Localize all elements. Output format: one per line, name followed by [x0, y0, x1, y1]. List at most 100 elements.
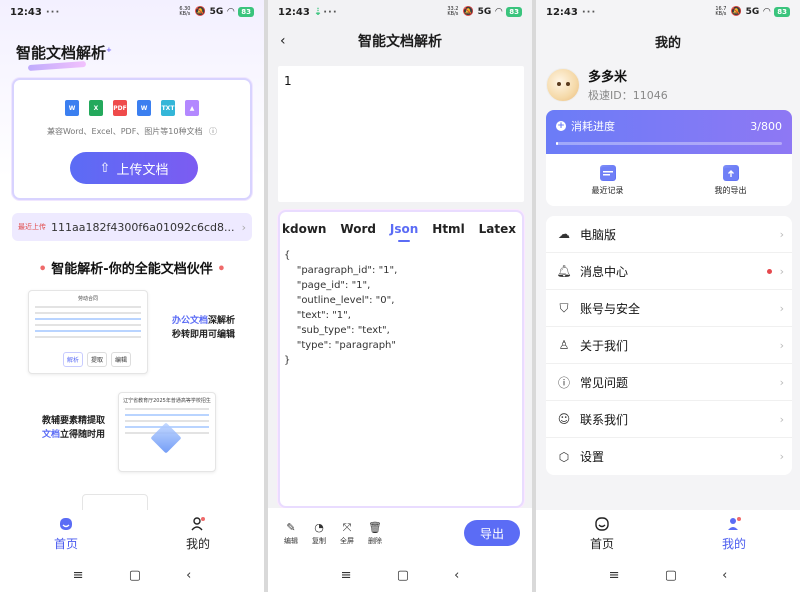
promo-doc-card-2: 辽宁省教育厅2025年普通高等学校招生 — [118, 392, 216, 472]
gear-icon: ⬡ — [558, 449, 570, 464]
export-button[interactable]: 导出 — [464, 520, 520, 546]
format-tabs: kdown Word Json Html Latex — [280, 212, 522, 246]
page-title: 我的 — [654, 35, 681, 51]
word-icon: W — [65, 100, 79, 116]
status-dots: ··· — [323, 6, 338, 18]
chevron-right-icon: › — [779, 412, 784, 426]
menu-item-messages[interactable]: 🔔︎ 消息中心 › — [546, 253, 792, 290]
chip-edit: 编辑 — [111, 352, 132, 367]
home-icon[interactable]: ▢ — [397, 568, 409, 583]
chevron-right-icon: › — [779, 301, 784, 315]
recent-upload-item[interactable]: 最近上传 111aa182f4300f6a01092c6cd8... › — [12, 213, 252, 241]
support-text: 兼容Word、Excel、PDF、图片等10种文档 ⓘ — [46, 127, 218, 136]
tab-word[interactable]: Word — [340, 222, 376, 236]
recent-file-name: 111aa182f4300f6a01092c6cd8... — [51, 220, 235, 234]
net-speed: 6.30 KB/s — [179, 6, 191, 17]
home-tab-icon — [60, 518, 72, 530]
chevron-right-icon: › — [779, 450, 784, 463]
copy-button[interactable]: ◔ 复制 — [312, 521, 326, 546]
status-right: 16.7 KB/s 🔕 5G ◠ 83 — [715, 7, 790, 17]
tab-home[interactable]: 首页 — [0, 510, 132, 558]
bottom-tabbar: 首页 我的 — [536, 510, 800, 558]
screens: 12:43 ··· 6.30 KB/s 🔕 5G ◠ 83 智能文档解析+ W … — [0, 0, 800, 592]
net-speed: 33.2 KB/s — [447, 6, 459, 17]
tab-latex[interactable]: Latex — [479, 222, 516, 236]
back-arrow-icon[interactable]: ‹ — [280, 33, 286, 49]
status-bar: 12:43 ⇣ ··· 33.2 KB/s 🔕 5G ◠ 83 — [268, 0, 532, 24]
menu-icon[interactable]: ≡ — [609, 568, 620, 583]
image-icon: ▲ — [185, 100, 199, 116]
menu-item-settings[interactable]: ⬡ 设置 › — [546, 438, 792, 475]
promo-doc-card-1: 劳动合同 解析 提取 编辑 — [28, 290, 148, 374]
menu-item-account-security[interactable]: ⛉ 账号与安全 › — [546, 290, 792, 327]
user-tab-icon — [191, 517, 205, 531]
status-bar: 12:43 ··· 6.30 KB/s 🔕 5G ◠ 83 — [0, 0, 264, 24]
bell-icon: 🔔︎ — [556, 264, 572, 278]
export-folder-icon — [722, 164, 739, 181]
action-toolbar: ✎ 编辑 ◔ 复制 ⤧ 全屏 🗑 删除 导出 — [268, 508, 532, 558]
upload-button[interactable]: ⇧ 上传文档 — [70, 152, 198, 184]
json-output[interactable]: { "paragraph_id": "1", "page_id": "1", "… — [280, 246, 522, 370]
avatar[interactable] — [546, 67, 580, 102]
fullscreen-button[interactable]: ⤧ 全屏 — [340, 521, 354, 546]
user-id: 极速ID：11046 — [588, 89, 668, 102]
tab-html[interactable]: Html — [432, 222, 464, 236]
back-icon[interactable]: ‹ — [454, 568, 459, 583]
txt-icon: TXT — [161, 100, 175, 116]
system-nav-bar: ≡ ▢ ‹ — [536, 558, 800, 592]
help-icon[interactable]: ⓘ — [209, 127, 217, 136]
my-exports-button[interactable]: 我的导出 — [669, 154, 792, 206]
signal-label: 5G — [477, 7, 492, 17]
shield-icon: ⛉ — [559, 300, 569, 315]
tab-markdown[interactable]: kdown — [282, 222, 326, 236]
home-icon[interactable]: ▢ — [129, 568, 141, 583]
signal-label: 5G — [745, 7, 760, 17]
net-speed: 16.7 KB/s — [715, 6, 727, 17]
consume-progress-card: + 消耗进度 3/800 — [546, 110, 792, 154]
tab-mine[interactable]: 我的 — [132, 510, 264, 558]
system-nav-bar: ≡ ▢ ‹ — [268, 558, 532, 592]
word-icon: W — [137, 100, 151, 116]
status-bar: 12:43 ··· 16.7 KB/s 🔕 5G ◠ 83 — [536, 0, 800, 24]
tab-home[interactable]: 首页 — [536, 510, 668, 558]
menu-item-about[interactable]: ♙ 关于我们 › — [546, 327, 792, 364]
chevron-right-icon: › — [779, 264, 784, 278]
tab-mine[interactable]: 我的 — [668, 510, 800, 558]
trash-icon: 🗑 — [368, 520, 382, 534]
menu-icon[interactable]: ≡ — [73, 568, 84, 583]
profile-header[interactable]: 多多米 极速ID：11046 — [546, 66, 668, 103]
delete-button[interactable]: 🗑 删除 — [368, 521, 382, 546]
people-icon: ♙ — [558, 338, 570, 352]
home-icon[interactable]: ▢ — [665, 568, 677, 583]
menu-item-faq[interactable]: ⓘ 常见问题 › — [546, 364, 792, 401]
calendar-icon — [599, 164, 616, 181]
quick-actions: 最近记录 我的导出 — [546, 154, 792, 206]
question-icon: ⓘ — [557, 375, 570, 390]
consume-progress-bar — [556, 142, 782, 145]
back-icon[interactable]: ‹ — [186, 568, 191, 583]
recent-records-button[interactable]: 最近记录 — [546, 154, 669, 206]
tab-json[interactable]: Json — [390, 222, 418, 236]
wifi-icon: ◠ — [495, 7, 503, 17]
fullscreen-icon: ⤧ — [342, 520, 352, 534]
menu-item-desktop[interactable]: ☁ 电脑版 › — [546, 216, 792, 253]
settings-menu: ☁ 电脑版 › 🔔︎ 消息中心 › ⛉ 账号与安全 › ♙ 关于我们 › ⓘ 常… — [546, 216, 792, 475]
consume-count: 3/800 — [750, 119, 782, 133]
excel-icon: X — [89, 100, 103, 116]
battery-icon: 83 — [238, 7, 254, 17]
app-logo: 智能文档解析+ — [16, 42, 112, 72]
file-type-icons: W X PDF W TXT ▲ — [14, 100, 250, 116]
mute-icon: 🔕 — [730, 7, 742, 17]
wifi-icon: ◠ — [227, 7, 235, 17]
source-text-editor[interactable]: 1 — [278, 66, 524, 202]
battery-icon: 83 — [774, 7, 790, 17]
home-screen: 12:43 ··· 6.30 KB/s 🔕 5G ◠ 83 智能文档解析+ W … — [0, 0, 264, 592]
edit-button[interactable]: ✎ 编辑 — [284, 521, 298, 546]
menu-icon[interactable]: ≡ — [341, 568, 352, 583]
battery-icon: 83 — [506, 7, 522, 17]
menu-item-contact[interactable]: ☺ 联系我们 › — [546, 401, 792, 438]
plus-icon: + — [556, 121, 566, 131]
back-icon[interactable]: ‹ — [722, 568, 727, 583]
status-right: 33.2 KB/s 🔕 5G ◠ 83 — [447, 7, 522, 17]
user-tab-icon — [728, 517, 741, 530]
